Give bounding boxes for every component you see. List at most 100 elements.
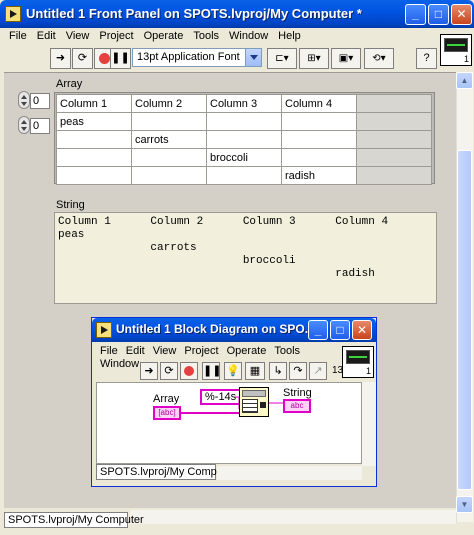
step-out-icon[interactable]: ↗ — [309, 362, 327, 380]
array-cell-empty[interactable] — [356, 112, 432, 131]
context-help-button[interactable]: ? — [416, 48, 437, 69]
maximize-button[interactable]: □ — [330, 320, 350, 340]
row-index-input[interactable]: 0 — [30, 93, 50, 109]
bd-vertical-scrollbar[interactable] — [362, 382, 376, 466]
output-arrow-icon — [260, 402, 266, 408]
menu-view[interactable]: View — [149, 344, 181, 357]
menu-view[interactable]: View — [61, 28, 95, 42]
labview-app-icon[interactable] — [5, 6, 21, 22]
run-arrow-icon[interactable]: ➜ — [50, 48, 71, 69]
array-cell[interactable]: broccoli — [206, 148, 282, 167]
block-diagram-window[interactable]: Untitled 1 Block Diagram on SPO... _ □ ✕… — [91, 317, 377, 487]
menu-operate[interactable]: Operate — [223, 344, 271, 357]
run-continuously-icon[interactable]: ⟳ — [160, 362, 178, 380]
array-cell[interactable] — [281, 130, 357, 149]
array-cell[interactable]: peas — [56, 112, 132, 131]
pause-icon[interactable]: ❚❚ — [202, 362, 221, 380]
array-cell[interactable] — [206, 130, 282, 149]
menu-tools[interactable]: Tools — [270, 344, 304, 357]
array-cell[interactable] — [131, 112, 207, 131]
highlight-execution-icon[interactable]: 💡 — [224, 362, 242, 380]
menu-file[interactable]: File — [4, 28, 32, 42]
vi-icon-number: 1 — [365, 366, 371, 376]
array-cell[interactable] — [131, 166, 207, 185]
array-cell[interactable]: radish — [281, 166, 357, 185]
horizontal-scrollbar[interactable] — [130, 510, 456, 524]
scroll-up-icon[interactable]: ▲ — [456, 72, 473, 89]
close-button[interactable]: ✕ — [451, 4, 472, 25]
col-index-spinner[interactable] — [18, 116, 30, 134]
menu-help[interactable]: Help — [273, 28, 306, 42]
table-row: radish — [56, 166, 432, 185]
chevron-down-icon[interactable] — [245, 49, 261, 66]
table-row: broccoli — [56, 148, 432, 167]
array-cell[interactable] — [281, 148, 357, 167]
scroll-thumb[interactable] — [457, 150, 472, 490]
menu-tools[interactable]: Tools — [188, 28, 224, 42]
array-to-spreadsheet-string-icon[interactable] — [239, 387, 269, 417]
menu-operate[interactable]: Operate — [139, 28, 189, 42]
font-select[interactable]: 13pt Application Font — [132, 48, 262, 67]
vi-icon[interactable]: 1 — [342, 346, 374, 378]
table-row: carrots — [56, 130, 432, 149]
menu-project[interactable]: Project — [94, 28, 138, 42]
menu-file[interactable]: File — [96, 344, 122, 357]
menu-edit[interactable]: Edit — [122, 344, 149, 357]
string-terminal-label: String — [283, 387, 312, 399]
wire-layer — [181, 396, 283, 414]
array-cell[interactable] — [131, 148, 207, 167]
resize-objects-button[interactable]: ▣▾ — [331, 48, 361, 69]
array-cell[interactable] — [281, 112, 357, 131]
vi-icon[interactable]: 1 — [440, 34, 472, 66]
step-into-icon[interactable]: ↳ — [269, 362, 287, 380]
align-objects-button[interactable]: ⊏▾ — [267, 48, 297, 69]
vi-screen-icon — [444, 38, 468, 52]
menu-window[interactable]: Window — [96, 357, 143, 370]
array-cell[interactable] — [206, 166, 282, 185]
array-cell[interactable] — [56, 130, 132, 149]
array-cell-empty[interactable] — [356, 148, 432, 167]
array-cell[interactable] — [56, 148, 132, 167]
run-arrow-icon[interactable]: ➜ — [140, 362, 158, 380]
array-cell[interactable]: Column 2 — [131, 94, 207, 113]
block-diagram-canvas[interactable]: Array [abc] %-14s String abc — [96, 382, 362, 464]
row-index-spinner[interactable] — [18, 91, 30, 109]
distribute-objects-button[interactable]: ⊞▾ — [299, 48, 329, 69]
array-cell[interactable]: carrots — [131, 130, 207, 149]
array-cell-empty[interactable] — [356, 130, 432, 149]
minimize-button[interactable]: _ — [405, 4, 426, 25]
array-label: Array — [56, 78, 83, 90]
maximize-button[interactable]: □ — [428, 4, 449, 25]
array-cell[interactable]: Column 1 — [56, 94, 132, 113]
bd-status-bar: SPOTS.lvproj/My Computer — [96, 464, 236, 480]
minimize-button[interactable]: _ — [308, 320, 328, 340]
scroll-down-icon[interactable]: ▼ — [456, 496, 473, 513]
title-bar[interactable]: Untitled 1 Front Panel on SPOTS.lvproj/M… — [0, 0, 474, 28]
block-diagram-title-bar[interactable]: Untitled 1 Block Diagram on SPO... _ □ ✕ — [92, 318, 376, 342]
array-cell[interactable]: Column 4 — [281, 94, 357, 113]
close-button[interactable]: ✕ — [352, 320, 372, 340]
reorder-button[interactable]: ⟲▾ — [364, 48, 394, 69]
menu-window[interactable]: Window — [224, 28, 273, 42]
array-cell[interactable]: Column 3 — [206, 94, 282, 113]
string-terminal[interactable]: abc — [283, 399, 311, 413]
font-select-value: 13pt Application Font — [137, 51, 240, 63]
spreadsheet-header-icon — [242, 390, 266, 397]
array-cell-empty[interactable] — [356, 166, 432, 185]
run-continuously-icon[interactable]: ⟳ — [72, 48, 93, 69]
array-cell-empty[interactable] — [356, 94, 432, 113]
string-indicator[interactable]: Column 1 Column 2 Column 3 Column 4 peas… — [54, 212, 437, 304]
menu-edit[interactable]: Edit — [32, 28, 61, 42]
col-index-input[interactable]: 0 — [30, 118, 50, 134]
pause-icon[interactable]: ❚❚ — [110, 48, 131, 69]
array-cell[interactable] — [206, 112, 282, 131]
bd-font-select-value[interactable]: 13 — [332, 362, 343, 380]
abort-icon[interactable] — [180, 362, 198, 380]
retain-wire-values-icon[interactable]: ▦ — [245, 362, 265, 380]
array-cell[interactable] — [56, 166, 132, 185]
menu-project[interactable]: Project — [180, 344, 222, 357]
step-over-icon[interactable]: ↷ — [289, 362, 307, 380]
labview-app-icon[interactable] — [96, 322, 112, 338]
bd-horizontal-scrollbar[interactable] — [217, 466, 362, 480]
string-line: carrots — [58, 242, 197, 254]
